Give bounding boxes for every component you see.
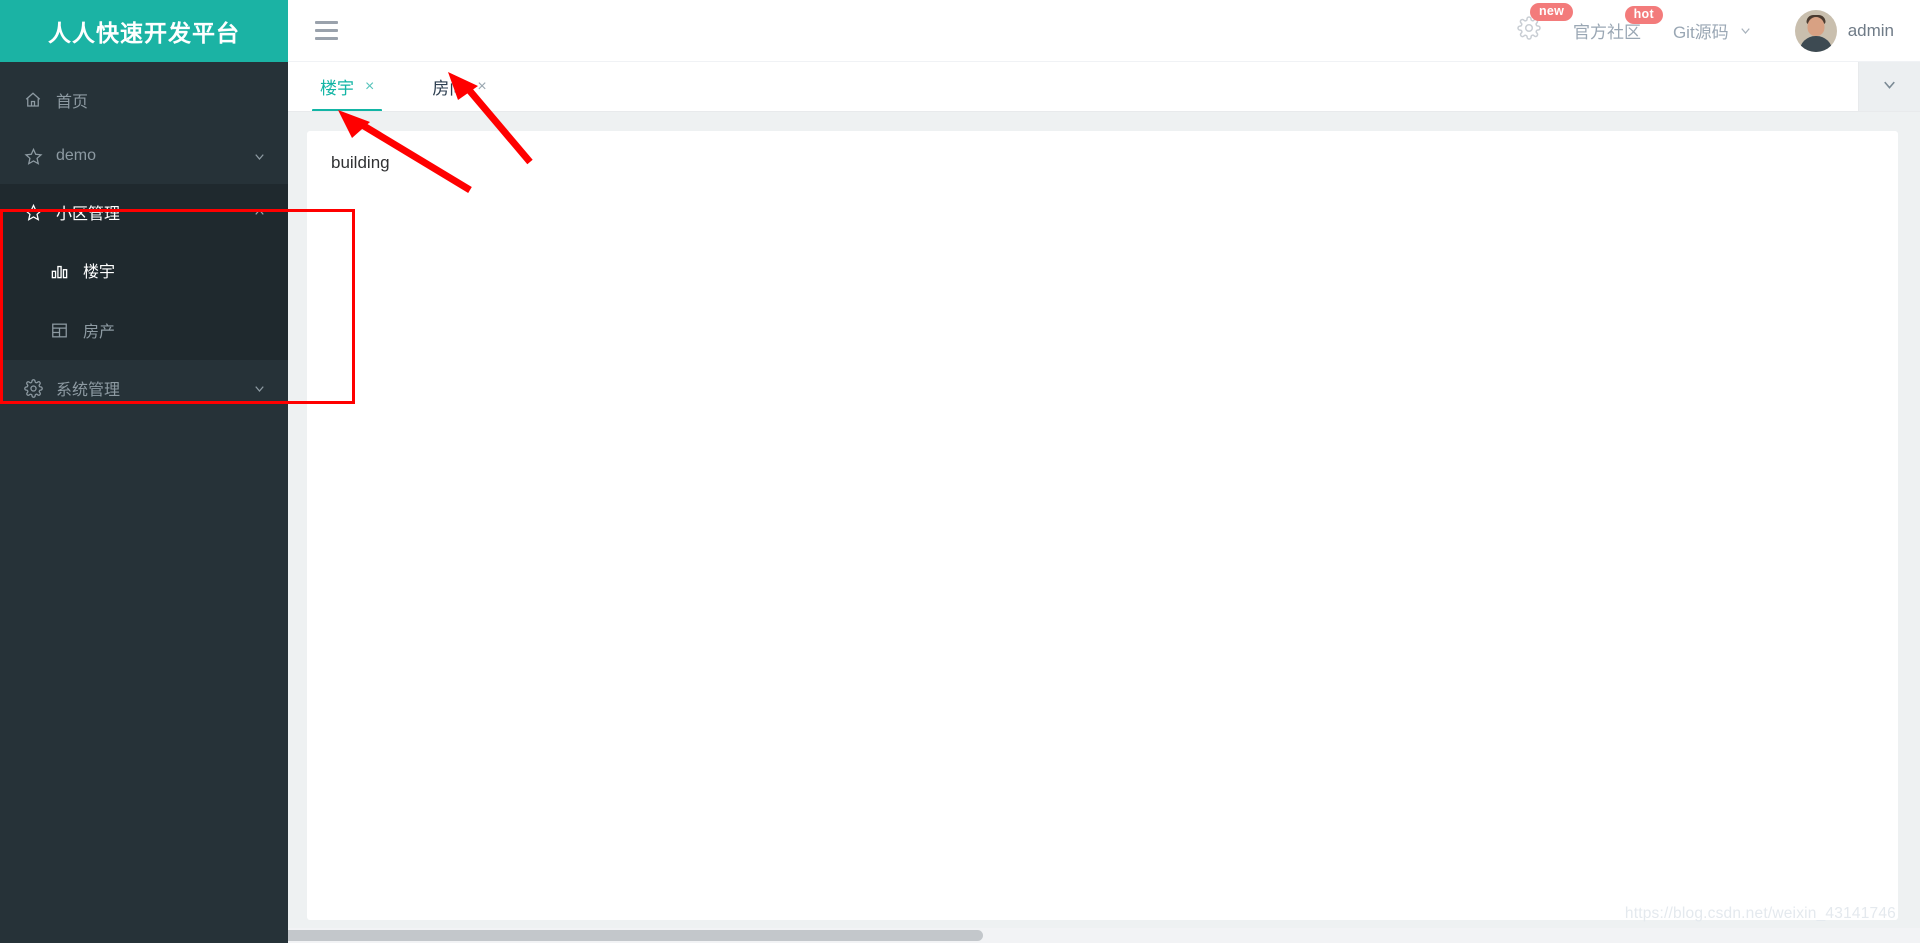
gear-icon [22,377,44,399]
tab-close-icon[interactable]: × [365,78,374,95]
sidebar-item-home[interactable]: 首页 [0,72,288,128]
sidebar-group-community: 小区管理 楼宇 房产 [0,184,288,360]
top-header: new 官方社区 hot Git源码 admin [288,0,1920,62]
tab-close-icon[interactable]: × [477,78,486,95]
hot-badge: hot [1624,6,1663,25]
new-badge: new [1529,3,1574,22]
content-area: building https://blog.csdn.net/weixin_43… [288,112,1920,928]
tab-room[interactable]: 房间 × [414,62,504,111]
brand-logo[interactable]: 人人快速开发平台 [0,0,288,62]
avatar-body [1799,35,1833,52]
header-actions: new 官方社区 hot Git源码 admin [1485,3,1920,52]
sidebar-item-property[interactable]: 房产 [0,300,288,360]
sidebar-item-demo[interactable]: demo [0,128,288,184]
sidebar-item-demo-label: demo [56,147,97,164]
sidebar-menu: 首页 demo 小区管理 楼宇 房产 系统管理 [0,62,288,416]
sidebar-group-demo: demo [0,128,288,184]
chevron-down-icon [246,375,272,401]
avatar [1794,9,1837,52]
chart-bar-icon [48,259,70,281]
sidebar-item-system-management-label: 系统管理 [56,382,121,399]
hamburger-bar [315,21,338,24]
sidebar-item-home-label: 首页 [56,94,89,111]
git-source-dropdown[interactable]: Git源码 [1673,18,1753,43]
content-card: building [307,131,1898,920]
user-menu[interactable]: admin [1794,9,1894,52]
star-icon [22,145,44,167]
brand-title: 人人快速开发平台 [48,20,240,46]
tab-building-label: 楼宇 [320,79,354,98]
card-title: building [331,153,390,172]
hamburger-icon[interactable] [315,18,341,44]
sidebar-item-system-management[interactable]: 系统管理 [0,360,288,416]
chevron-down-icon [1880,75,1899,99]
git-source-label: Git源码 [1672,23,1729,42]
app-root: 人人快速开发平台 首页 demo 小区管理 楼宇 房产 系统管理 new 官方社… [0,0,1920,943]
avatar-face [1807,16,1825,36]
watermark-text: https://blog.csdn.net/weixin_43141746 [1624,905,1896,922]
tab-room-label: 房间 [432,79,467,98]
username-label: admin [1847,20,1894,40]
sidebar-item-building[interactable]: 楼宇 [0,240,288,300]
sidebar-item-community-management-label: 小区管理 [56,206,121,223]
chevron-down-icon [1738,23,1753,38]
sidebar-item-property-label: 房产 [83,324,116,341]
sidebar-submenu-community: 楼宇 房产 [0,240,288,360]
table-icon [48,319,70,341]
hamburger-bar [315,29,338,32]
star-icon [22,201,44,223]
hamburger-bar [315,37,338,40]
home-icon [22,89,44,111]
chevron-down-icon [246,143,272,169]
sidebar-group-system: 系统管理 [0,360,288,416]
community-link[interactable]: 官方社区 hot [1573,6,1663,43]
tab-building[interactable]: 楼宇 × [302,62,392,111]
horizontal-scrollbar-track[interactable] [0,928,1920,943]
chevron-up-icon [246,199,272,225]
sidebar: 人人快速开发平台 首页 demo 小区管理 楼宇 房产 系统管理 [0,0,288,943]
sidebar-bottom-filler [0,928,288,943]
tab-active-indicator [312,109,383,111]
sidebar-item-community-management[interactable]: 小区管理 [0,184,288,240]
sidebar-item-building-label: 楼宇 [83,264,116,281]
settings-button[interactable]: new [1517,3,1574,45]
tab-list: 楼宇 × 房间 × [288,62,1858,111]
tab-bar: 楼宇 × 房间 × [288,62,1920,112]
tab-options-button[interactable] [1858,62,1920,111]
